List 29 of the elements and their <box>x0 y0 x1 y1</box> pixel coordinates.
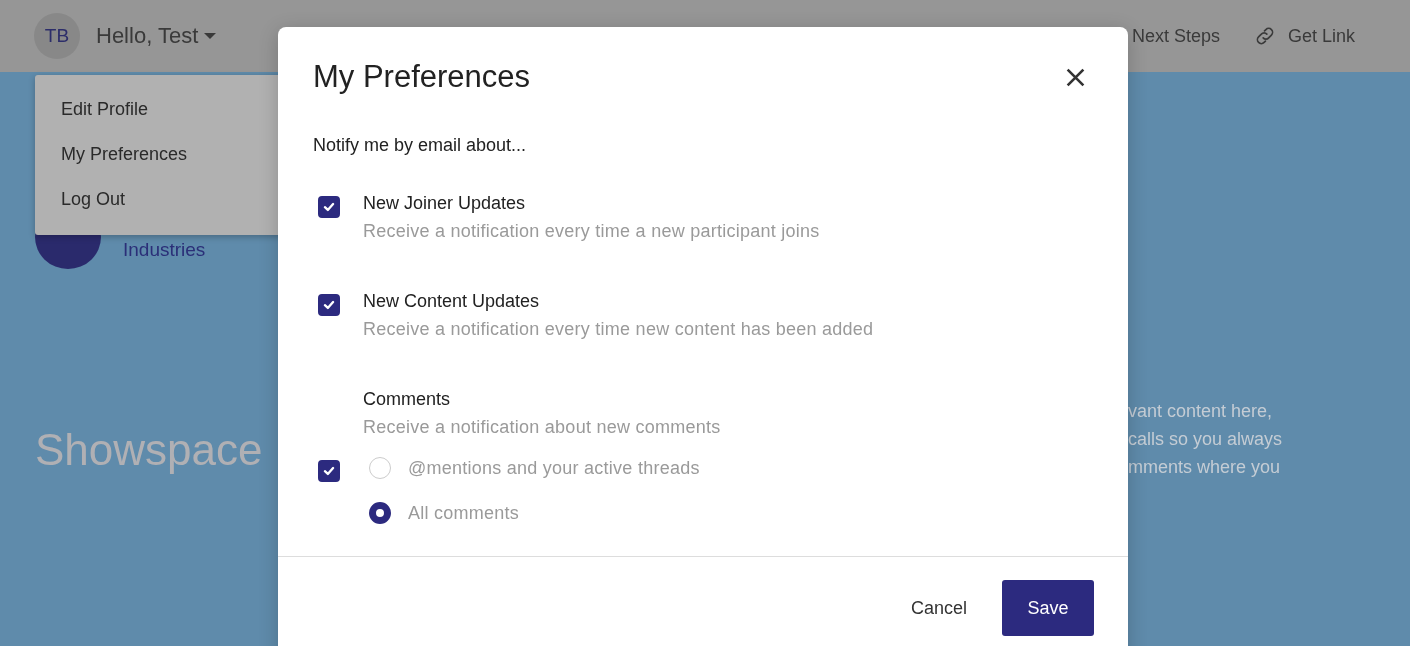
hero-text-line: mments where you <box>1128 456 1282 479</box>
cancel-button[interactable]: Cancel <box>910 597 967 619</box>
checkbox[interactable] <box>318 459 340 482</box>
user-avatar[interactable]: TB <box>34 13 80 59</box>
option-description: Receive a notification about new comments <box>363 416 721 439</box>
caret-icon <box>204 32 217 40</box>
save-button[interactable]: Save <box>1002 580 1094 636</box>
checkbox[interactable] <box>318 294 340 316</box>
radio-button[interactable] <box>369 502 391 524</box>
checkmark-icon <box>322 200 336 214</box>
checkbox[interactable] <box>318 196 340 218</box>
get-link-button[interactable]: Get Link <box>1253 25 1355 47</box>
company-name: Industries <box>123 239 206 261</box>
header-link[interactable]: Next Steps <box>1131 25 1220 47</box>
user-menu-toggle[interactable]: Hello, Test <box>96 23 217 49</box>
option-title: New Content Updates <box>363 290 541 313</box>
hero-text-line: vant content here, <box>1128 400 1274 423</box>
hero-text-line: calls so you always <box>1128 428 1284 451</box>
dialog-title: My Preferences <box>313 59 531 95</box>
section-label: Notify me by email about... <box>313 135 528 156</box>
option-description: Receive a notification every time a new participant joins <box>363 220 820 243</box>
option-title: Comments <box>363 388 452 411</box>
option-title: New Joiner Updates <box>363 192 527 215</box>
checkmark-icon <box>322 298 336 312</box>
hero-title: Showspace <box>35 425 263 475</box>
option-description: Receive a notification every time new content has been added <box>363 318 874 341</box>
close-icon[interactable] <box>1065 66 1086 88</box>
radio-label: All comments <box>408 502 520 524</box>
radio-label: @mentions and your active threads <box>408 457 700 479</box>
